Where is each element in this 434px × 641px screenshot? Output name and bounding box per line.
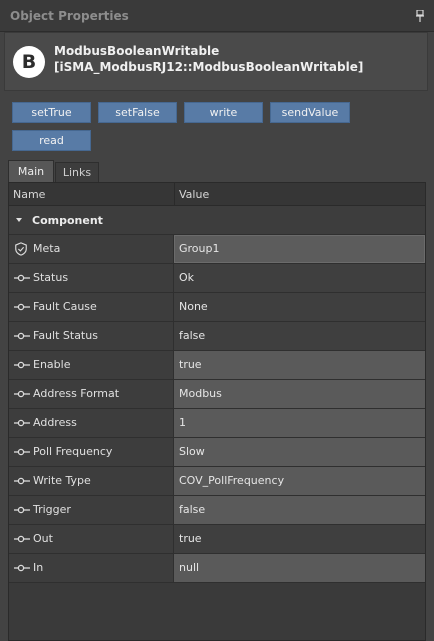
write-button[interactable]: write bbox=[184, 102, 263, 123]
object-type: [iSMA_ModbusRJ12::ModbusBooleanWritable] bbox=[54, 60, 364, 74]
slot-icon bbox=[14, 361, 30, 369]
row-label: Fault Status bbox=[33, 329, 98, 342]
row-name-cell: Fault Cause bbox=[9, 293, 174, 321]
row-label: Out bbox=[33, 532, 53, 545]
setfalse-button[interactable]: setFalse bbox=[98, 102, 177, 123]
row-name-cell: Meta bbox=[9, 235, 174, 263]
row-label: Meta bbox=[33, 242, 61, 255]
row-name-cell: Trigger bbox=[9, 496, 174, 524]
group-row-component[interactable]: Component bbox=[9, 206, 425, 235]
table-row[interactable]: Poll Frequency Slow bbox=[9, 438, 425, 467]
tab-links[interactable]: Links bbox=[55, 162, 99, 182]
group-label: Component bbox=[32, 214, 103, 227]
slot-icon bbox=[14, 303, 30, 311]
column-header-name[interactable]: Name bbox=[13, 188, 45, 201]
row-label: Poll Frequency bbox=[33, 445, 113, 458]
row-value-cell[interactable]: false bbox=[174, 496, 425, 524]
slot-icon bbox=[14, 477, 30, 485]
table-row[interactable]: Fault Cause None bbox=[9, 293, 425, 322]
object-name: ModbusBooleanWritable bbox=[54, 44, 220, 58]
row-value-cell[interactable]: 1 bbox=[174, 409, 425, 437]
row-label: Enable bbox=[33, 358, 71, 371]
row-value-cell[interactable]: COV_PollFrequency bbox=[174, 467, 425, 495]
table-row[interactable]: Fault Status false bbox=[9, 322, 425, 351]
object-badge: B bbox=[13, 46, 45, 78]
column-header-value[interactable]: Value bbox=[179, 188, 209, 201]
settrue-button[interactable]: setTrue bbox=[12, 102, 91, 123]
row-name-cell: Out bbox=[9, 525, 174, 553]
row-value: true bbox=[179, 532, 202, 545]
chevron-down-icon[interactable] bbox=[16, 218, 22, 222]
row-label: Status bbox=[33, 271, 69, 284]
row-value: false bbox=[179, 503, 206, 516]
row-value-cell[interactable]: Slow bbox=[174, 438, 425, 466]
row-label: Address Format bbox=[33, 387, 120, 400]
column-divider[interactable] bbox=[174, 183, 175, 206]
row-name-cell: Status bbox=[9, 264, 174, 292]
shield-icon bbox=[15, 242, 27, 256]
table-header: Name Value bbox=[9, 183, 425, 206]
row-label: Address bbox=[33, 416, 77, 429]
slot-icon bbox=[14, 390, 30, 398]
table-row[interactable]: Enable true bbox=[9, 351, 425, 380]
row-name-cell: Address Format bbox=[9, 380, 174, 408]
sendvalue-button[interactable]: sendValue bbox=[270, 102, 350, 123]
property-table: Name Value Component Meta Group1 Status Ok F… bbox=[8, 182, 426, 641]
slot-icon bbox=[14, 564, 30, 572]
row-value: Ok bbox=[179, 271, 195, 284]
row-label: Trigger bbox=[33, 503, 71, 516]
table-row[interactable]: Out true bbox=[9, 525, 425, 554]
panel-title: Object Properties bbox=[10, 9, 129, 23]
row-value-cell: Ok bbox=[174, 264, 425, 292]
table-row[interactable]: In null bbox=[9, 554, 425, 583]
row-value: COV_PollFrequency bbox=[179, 474, 285, 487]
row-value-cell: None bbox=[174, 293, 425, 321]
row-value-cell: true bbox=[174, 525, 425, 553]
table-row[interactable]: Trigger false bbox=[9, 496, 425, 525]
slot-icon bbox=[14, 506, 30, 514]
row-value: Slow bbox=[179, 445, 205, 458]
row-label: Write Type bbox=[33, 474, 91, 487]
row-value: null bbox=[179, 561, 200, 574]
row-value: Group1 bbox=[179, 242, 220, 255]
row-value-cell[interactable]: true bbox=[174, 351, 425, 379]
row-name-cell: In bbox=[9, 554, 174, 582]
table-row[interactable]: Address 1 bbox=[9, 409, 425, 438]
row-value: true bbox=[179, 358, 202, 371]
pin-icon[interactable] bbox=[416, 10, 424, 22]
table-row[interactable]: Address Format Modbus bbox=[9, 380, 425, 409]
row-value-cell[interactable]: Group1 bbox=[174, 235, 425, 263]
row-value-cell[interactable]: null bbox=[174, 554, 425, 582]
read-button[interactable]: read bbox=[12, 130, 91, 151]
row-value-cell[interactable]: Modbus bbox=[174, 380, 425, 408]
row-value: 1 bbox=[179, 416, 186, 429]
table-row[interactable]: Meta Group1 bbox=[9, 235, 425, 264]
row-name-cell: Fault Status bbox=[9, 322, 174, 350]
slot-icon bbox=[14, 274, 30, 282]
row-label: Fault Cause bbox=[33, 300, 97, 313]
table-row[interactable]: Status Ok bbox=[9, 264, 425, 293]
slot-icon bbox=[14, 448, 30, 456]
row-value: Modbus bbox=[179, 387, 222, 400]
slot-icon bbox=[14, 332, 30, 340]
table-row[interactable]: Write Type COV_PollFrequency bbox=[9, 467, 425, 496]
panel-titlebar: Object Properties bbox=[0, 0, 434, 32]
row-name-cell: Write Type bbox=[9, 467, 174, 495]
slot-icon bbox=[14, 419, 30, 427]
row-name-cell: Address bbox=[9, 409, 174, 437]
slot-icon bbox=[14, 535, 30, 543]
row-value-cell: false bbox=[174, 322, 425, 350]
tab-main[interactable]: Main bbox=[8, 160, 54, 182]
row-name-cell: Poll Frequency bbox=[9, 438, 174, 466]
object-header: B ModbusBooleanWritable [iSMA_ModbusRJ12… bbox=[4, 32, 428, 91]
row-value: false bbox=[179, 329, 206, 342]
row-label: In bbox=[33, 561, 44, 574]
row-name-cell: Enable bbox=[9, 351, 174, 379]
row-value: None bbox=[179, 300, 208, 313]
